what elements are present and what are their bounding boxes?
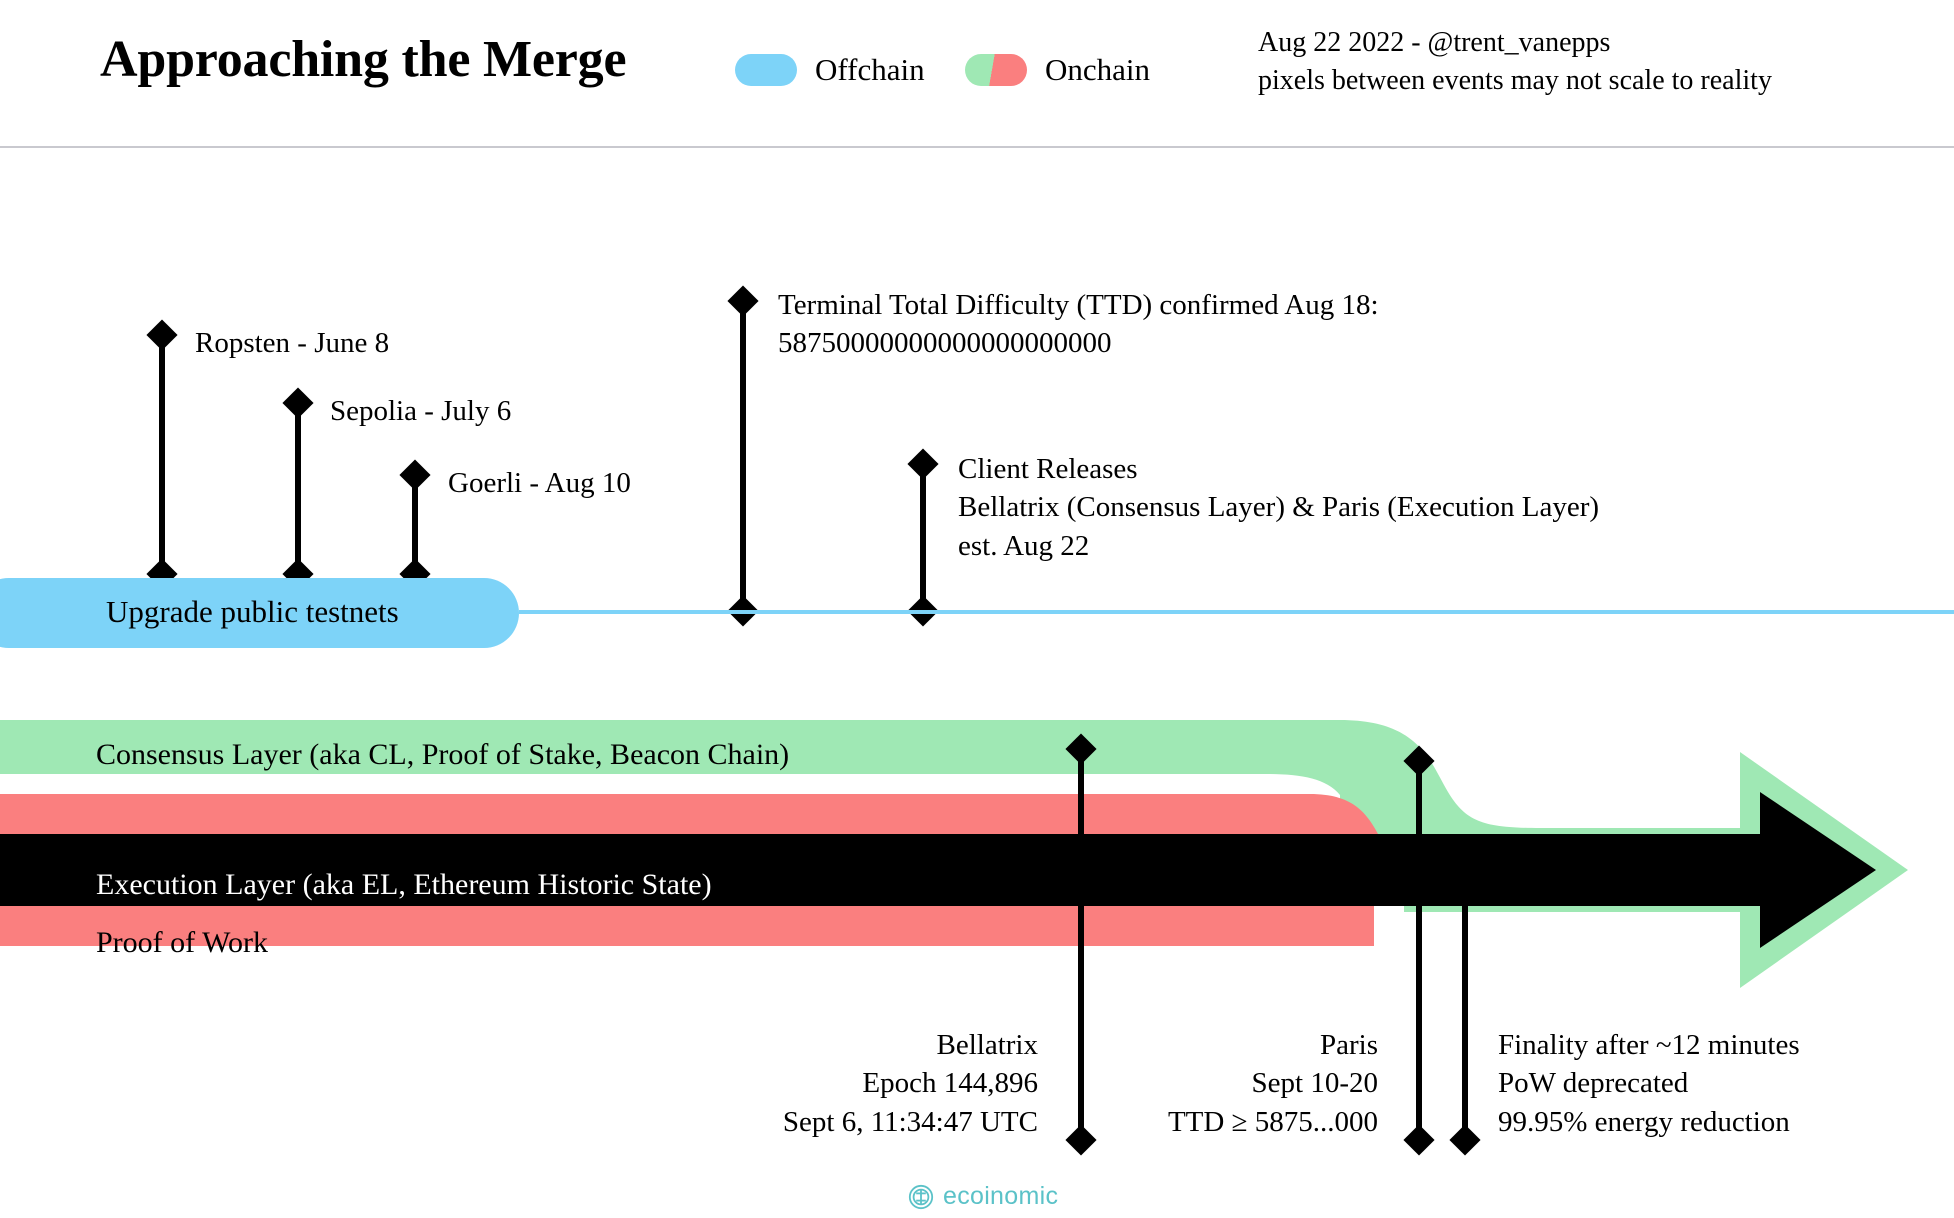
milestone-bellatrix-line-3: Sept 6, 11:34:47 UTC xyxy=(782,1105,1038,1138)
footer-branding: ecoinomic xyxy=(908,1182,1058,1211)
milestone-bellatrix-line-1: Bellatrix xyxy=(936,1029,1038,1061)
callout-ttd-line-2: 58750000000000000000000 xyxy=(778,327,1112,360)
offchain-testnet-pill-label: Upgrade public testnets xyxy=(106,594,399,629)
execution-layer-label: Execution Layer (aka EL, Ethereum Histor… xyxy=(96,868,712,901)
callout-ttd-line-1: Terminal Total Difficulty (TTD) confirme… xyxy=(778,289,1379,321)
attribution-date-author: Aug 22 2022 - @trent_vanepps xyxy=(1258,27,1611,58)
milestone-finality-line-1: Finality after ~12 minutes xyxy=(1498,1029,1800,1061)
consensus-layer-label: Consensus Layer (aka CL, Proof of Stake,… xyxy=(96,738,790,771)
callout-marker-client-releases-top xyxy=(907,448,939,480)
milestone-paris-line-1: Paris xyxy=(1320,1029,1378,1061)
header-bar: Approaching the Merge Offchain Onchain A… xyxy=(0,0,1954,148)
offchain-swatch-icon xyxy=(735,54,797,86)
legend-item-onchain: Onchain xyxy=(965,52,1150,88)
milestone-text-finality: Finality after ~12 minutes PoW deprecate… xyxy=(1498,1026,1800,1141)
milestone-paris-line-3: TTD ≥ 5875...000 xyxy=(1167,1105,1378,1138)
milestone-text-bellatrix: Bellatrix Epoch 144,896 Sept 6, 11:34:47… xyxy=(660,1026,1038,1141)
milestone-marker-finality-bottom xyxy=(1449,1124,1481,1156)
milestone-paris-line-2: Sept 10-20 xyxy=(1251,1067,1378,1100)
milestone-bellatrix-line-2: Epoch 144,896 xyxy=(862,1067,1038,1100)
event-label-ropsten: Ropsten - June 8 xyxy=(195,327,390,359)
callout-marker-ttd-top xyxy=(727,285,759,317)
milestone-marker-paris-bottom xyxy=(1403,1124,1435,1156)
callout-text-ttd: Terminal Total Difficulty (TTD) confirme… xyxy=(778,286,1379,363)
attribution-disclaimer: pixels between events may not scale to r… xyxy=(1258,64,1772,96)
callout-client-line-2: Bellatrix (Consensus Layer) & Paris (Exe… xyxy=(958,491,1600,524)
milestone-text-paris: Paris Sept 10-20 TTD ≥ 5875...000 xyxy=(1000,1026,1378,1141)
callout-text-client-releases: Client Releases Bellatrix (Consensus Lay… xyxy=(958,450,1599,565)
footer-logo-text: ecoinomic xyxy=(943,1182,1059,1210)
event-marker-ropsten-top xyxy=(146,319,178,351)
milestone-finality-line-3: 99.95% energy reduction xyxy=(1498,1105,1790,1138)
callout-client-line-3: est. Aug 22 xyxy=(958,529,1090,562)
milestone-finality-line-2: PoW deprecated xyxy=(1498,1067,1689,1100)
legend-item-offchain: Offchain xyxy=(735,52,925,88)
attribution-block: Aug 22 2022 - @trent_vanepps pixels betw… xyxy=(1258,24,1772,100)
event-label-sepolia: Sepolia - July 6 xyxy=(330,395,512,427)
event-marker-goerli-top xyxy=(399,459,431,491)
onchain-swatch-icon xyxy=(965,54,1027,86)
callout-client-line-1: Client Releases xyxy=(958,453,1138,485)
legend-label-onchain: Onchain xyxy=(1045,52,1151,87)
infographic-canvas: Approaching the Merge Offchain Onchain A… xyxy=(0,0,1954,1218)
milestone-stem-finality xyxy=(1462,880,1468,1140)
ecoinomic-logo-icon xyxy=(908,1184,934,1209)
proof-of-work-band-upper xyxy=(0,794,1378,834)
callout-stem-client-releases xyxy=(920,470,926,614)
event-marker-sepolia-top xyxy=(282,387,314,419)
milestone-stem-paris xyxy=(1416,760,1422,1140)
page-title: Approaching the Merge xyxy=(100,31,627,88)
offchain-timeline-line xyxy=(519,610,1954,614)
event-label-goerli: Goerli - Aug 10 xyxy=(448,467,631,499)
event-stem-ropsten xyxy=(159,340,165,590)
legend-label-offchain: Offchain xyxy=(815,52,925,87)
callout-stem-ttd xyxy=(740,306,746,614)
proof-of-work-label: Proof of Work xyxy=(96,926,269,959)
